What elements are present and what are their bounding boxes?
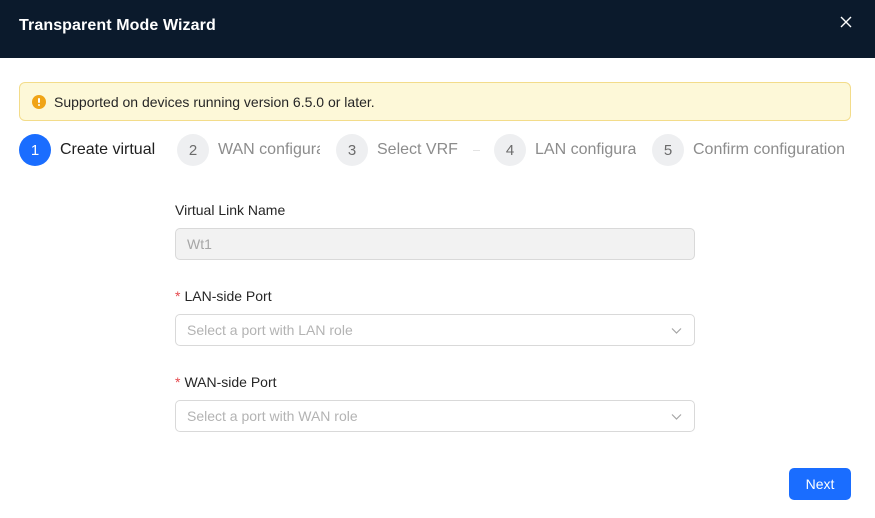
close-button[interactable] <box>836 12 856 32</box>
step-number: 1 <box>19 134 51 166</box>
lan-port-label-text: LAN-side Port <box>184 288 272 304</box>
step-number: 5 <box>652 134 684 166</box>
required-mark: * <box>175 374 181 390</box>
virtual-link-name-label: Virtual Link Name <box>175 202 286 218</box>
lan-port-placeholder: Select a port with LAN role <box>187 322 353 338</box>
step-label: Select VRF <box>377 141 458 158</box>
chevron-down-icon <box>671 328 682 334</box>
version-alert: Supported on devices running version 6.5… <box>19 82 851 121</box>
dialog-header: Transparent Mode Wizard <box>0 0 875 58</box>
wizard-steps: 1 Create virtual 2 WAN configura 3 Selec… <box>0 134 875 168</box>
required-mark: * <box>175 288 181 304</box>
chevron-down-icon <box>671 414 682 420</box>
lan-port-select[interactable]: Select a port with LAN role <box>175 314 695 346</box>
dialog-title: Transparent Mode Wizard <box>19 17 216 34</box>
alert-text: Supported on devices running version 6.5… <box>54 94 375 110</box>
step-create-virtual[interactable]: 1 Create virtual <box>19 134 161 166</box>
lan-port-label: * LAN-side Port <box>175 288 272 304</box>
close-icon <box>840 16 852 28</box>
step-label: Create virtual <box>60 141 156 158</box>
wan-port-label: * WAN-side Port <box>175 374 277 390</box>
step-number: 2 <box>177 134 209 166</box>
step-wan-configuration[interactable]: 2 WAN configura <box>177 134 322 166</box>
step-number: 3 <box>336 134 368 166</box>
step-label: LAN configura <box>535 141 637 158</box>
step-label: Confirm configuration <box>693 141 846 158</box>
wan-port-select[interactable]: Select a port with WAN role <box>175 400 695 432</box>
next-button[interactable]: Next <box>789 468 851 500</box>
step-lan-configuration[interactable]: 4 LAN configura <box>494 134 639 166</box>
virtual-link-name-input: Wt1 <box>175 228 695 260</box>
warning-icon <box>32 95 46 109</box>
step-confirm-configuration[interactable]: 5 Confirm configuration <box>652 134 862 166</box>
step-number: 4 <box>494 134 526 166</box>
wan-port-label-text: WAN-side Port <box>184 374 277 390</box>
wan-port-placeholder: Select a port with WAN role <box>187 408 358 424</box>
virtual-link-name-value: Wt1 <box>187 236 212 252</box>
step-connector <box>473 150 480 151</box>
step-select-vrf[interactable]: 3 Select VRF <box>336 134 462 166</box>
step-label: WAN configura <box>218 141 320 158</box>
